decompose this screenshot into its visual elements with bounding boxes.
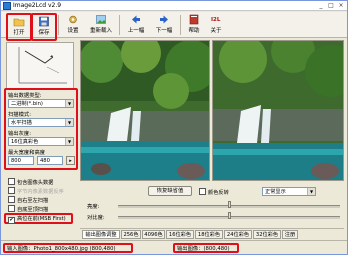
- checkbox-box: ✔: [8, 217, 15, 224]
- chevron-down-icon: ▼: [65, 119, 73, 126]
- checkbox-box: [199, 188, 206, 195]
- scan-mode-label: 扫描模式:: [8, 112, 31, 118]
- settings-button[interactable]: 设置: [63, 13, 83, 37]
- scan-direction-diagram: [18, 47, 67, 84]
- reverse-pixel-label: 字节内像素数据反序: [17, 189, 64, 195]
- max-height-input[interactable]: 480: [37, 156, 63, 165]
- arrow-right-icon: [160, 15, 168, 24]
- help-button[interactable]: 帮助: [185, 13, 203, 37]
- window-title: Image2Lcd v2.9: [13, 2, 62, 9]
- output-type-label: 输出数据类型:: [8, 93, 42, 99]
- chevron-down-icon: ▼: [65, 100, 73, 107]
- apply-size-button[interactable]: ▸: [66, 156, 75, 165]
- floppy-disk-icon: [39, 16, 49, 27]
- tab-18bit-color[interactable]: 18位彩色: [195, 230, 223, 239]
- output-settings-group: 输出数据类型: 二进制(*.bin) ▼ 扫描模式: 水平扫描 ▼ 输出灰度: …: [4, 88, 78, 170]
- contrast-label: 对比度:: [87, 215, 105, 221]
- tab-16bit-color[interactable]: 16位彩色: [166, 230, 194, 239]
- checkbox-box: [8, 196, 15, 203]
- reload-image-icon: [96, 15, 106, 24]
- max-size-label: 最大宽度和高度: [8, 150, 46, 156]
- tab-32bit-color[interactable]: 32位彩色: [253, 230, 281, 239]
- reload-button[interactable]: 重新载入: [87, 13, 115, 37]
- scan-right-left-label: 自右至左扫描: [17, 198, 49, 204]
- previous-image-button[interactable]: 上一幅: [124, 13, 148, 37]
- brightness-label: 亮度:: [87, 204, 100, 210]
- maximize-button[interactable]: □: [327, 2, 335, 9]
- gray-select[interactable]: 16位真彩色 ▼: [8, 137, 74, 146]
- status-bar: 输入图像：Photo1_800x480.jpg (800,480) 输出图像：(…: [1, 240, 347, 254]
- tab-register[interactable]: 注册: [282, 230, 298, 239]
- color-invert-label: 颜色反转: [208, 190, 229, 196]
- output-image-pane: [212, 40, 344, 181]
- scan-mode-value: 水平扫描: [11, 120, 32, 126]
- tab-24bit-color[interactable]: 24位彩色: [224, 230, 252, 239]
- output-waterfall-photo: [213, 41, 343, 180]
- scan-bottom-top-checkbox[interactable]: 自底至顶扫描: [8, 205, 48, 213]
- save-button[interactable]: 保存: [31, 13, 57, 41]
- reload-label: 重新载入: [89, 28, 112, 34]
- gray-label: 输出灰度:: [8, 131, 31, 137]
- checkbox-box: [8, 187, 15, 194]
- restore-default-button[interactable]: 恢复缺省值: [148, 186, 192, 196]
- chevron-down-icon: ▼: [65, 138, 73, 145]
- close-button[interactable]: ×: [337, 2, 345, 9]
- folder-open-icon: [13, 18, 25, 27]
- display-mode-select[interactable]: 正常显示 ▼: [262, 187, 316, 196]
- scan-right-left-checkbox[interactable]: 自右至左扫描: [8, 196, 48, 204]
- scan-direction-preview: [6, 42, 74, 89]
- color-invert-checkbox[interactable]: 颜色反转: [199, 188, 229, 196]
- minimize-button[interactable]: _: [317, 2, 325, 9]
- status-input-image: 输入图像：Photo1_800x480.jpg (800,480): [3, 243, 133, 253]
- toolbar-separator: [180, 15, 181, 35]
- settings-label: 设置: [67, 28, 79, 34]
- toolbar-separator: [119, 15, 120, 35]
- tab-256-color[interactable]: 256色: [121, 230, 141, 239]
- checkbox-box: [8, 205, 15, 212]
- save-label: 保存: [38, 30, 50, 36]
- open-label: 打开: [13, 30, 25, 36]
- next-label: 下一幅: [155, 28, 173, 34]
- contrast-slider-thumb[interactable]: [227, 212, 231, 219]
- about-label: 关于: [210, 28, 222, 34]
- input-waterfall-photo: [81, 41, 209, 180]
- title-bar: Image2Lcd v2.9 _ □ ×: [1, 1, 347, 11]
- msb-first-label: 高位在前(MSB First): [17, 216, 66, 222]
- scan-mode-select[interactable]: 水平扫描 ▼: [8, 118, 74, 127]
- display-mode-value: 正常显示: [265, 189, 286, 195]
- input-image-pane: [80, 40, 210, 181]
- chevron-down-icon: ▼: [307, 188, 315, 195]
- output-type-select[interactable]: 二进制(*.bin) ▼: [8, 99, 74, 108]
- about-button[interactable]: I2L 关于: [207, 13, 225, 37]
- previous-label: 上一幅: [127, 28, 145, 34]
- tab-output-adjust[interactable]: 输出图像调整: [82, 230, 120, 239]
- about-logo-icon: I2L: [211, 17, 221, 23]
- toolbar-separator: [58, 15, 59, 35]
- next-image-button[interactable]: 下一幅: [152, 13, 176, 37]
- toolbar: 打开 保存 设置 重新载入 上一幅 下一幅 帮助 I2L 关于: [1, 12, 347, 41]
- arrow-left-icon: [132, 15, 140, 24]
- msb-first-checkbox[interactable]: ✔ 高位在前(MSB First): [8, 215, 66, 224]
- include-header-label: 包含图像头数据: [17, 180, 54, 186]
- checkbox-box: [8, 178, 15, 185]
- open-button[interactable]: 打开: [6, 13, 32, 41]
- svg-text:I2L: I2L: [211, 17, 221, 23]
- include-header-checkbox[interactable]: 包含图像头数据: [8, 178, 53, 186]
- output-type-value: 二进制(*.bin): [11, 101, 43, 107]
- brightness-slider-thumb[interactable]: [227, 201, 231, 208]
- status-output-image: 输出图像：(800,480): [173, 243, 239, 253]
- adjust-tabs: 输出图像调整 256色 4096色 16位彩色 18位彩色 24位彩色 32位彩…: [80, 228, 344, 239]
- reverse-pixel-checkbox[interactable]: 字节内像素数据反序: [8, 187, 64, 195]
- help-book-icon: [189, 14, 199, 25]
- app-icon: [3, 2, 11, 10]
- max-width-input[interactable]: 800: [8, 156, 34, 165]
- gray-value: 16位真彩色: [11, 139, 39, 145]
- help-label: 帮助: [188, 28, 200, 34]
- tab-4096-color[interactable]: 4096色: [142, 230, 165, 239]
- gear-icon: [69, 15, 77, 24]
